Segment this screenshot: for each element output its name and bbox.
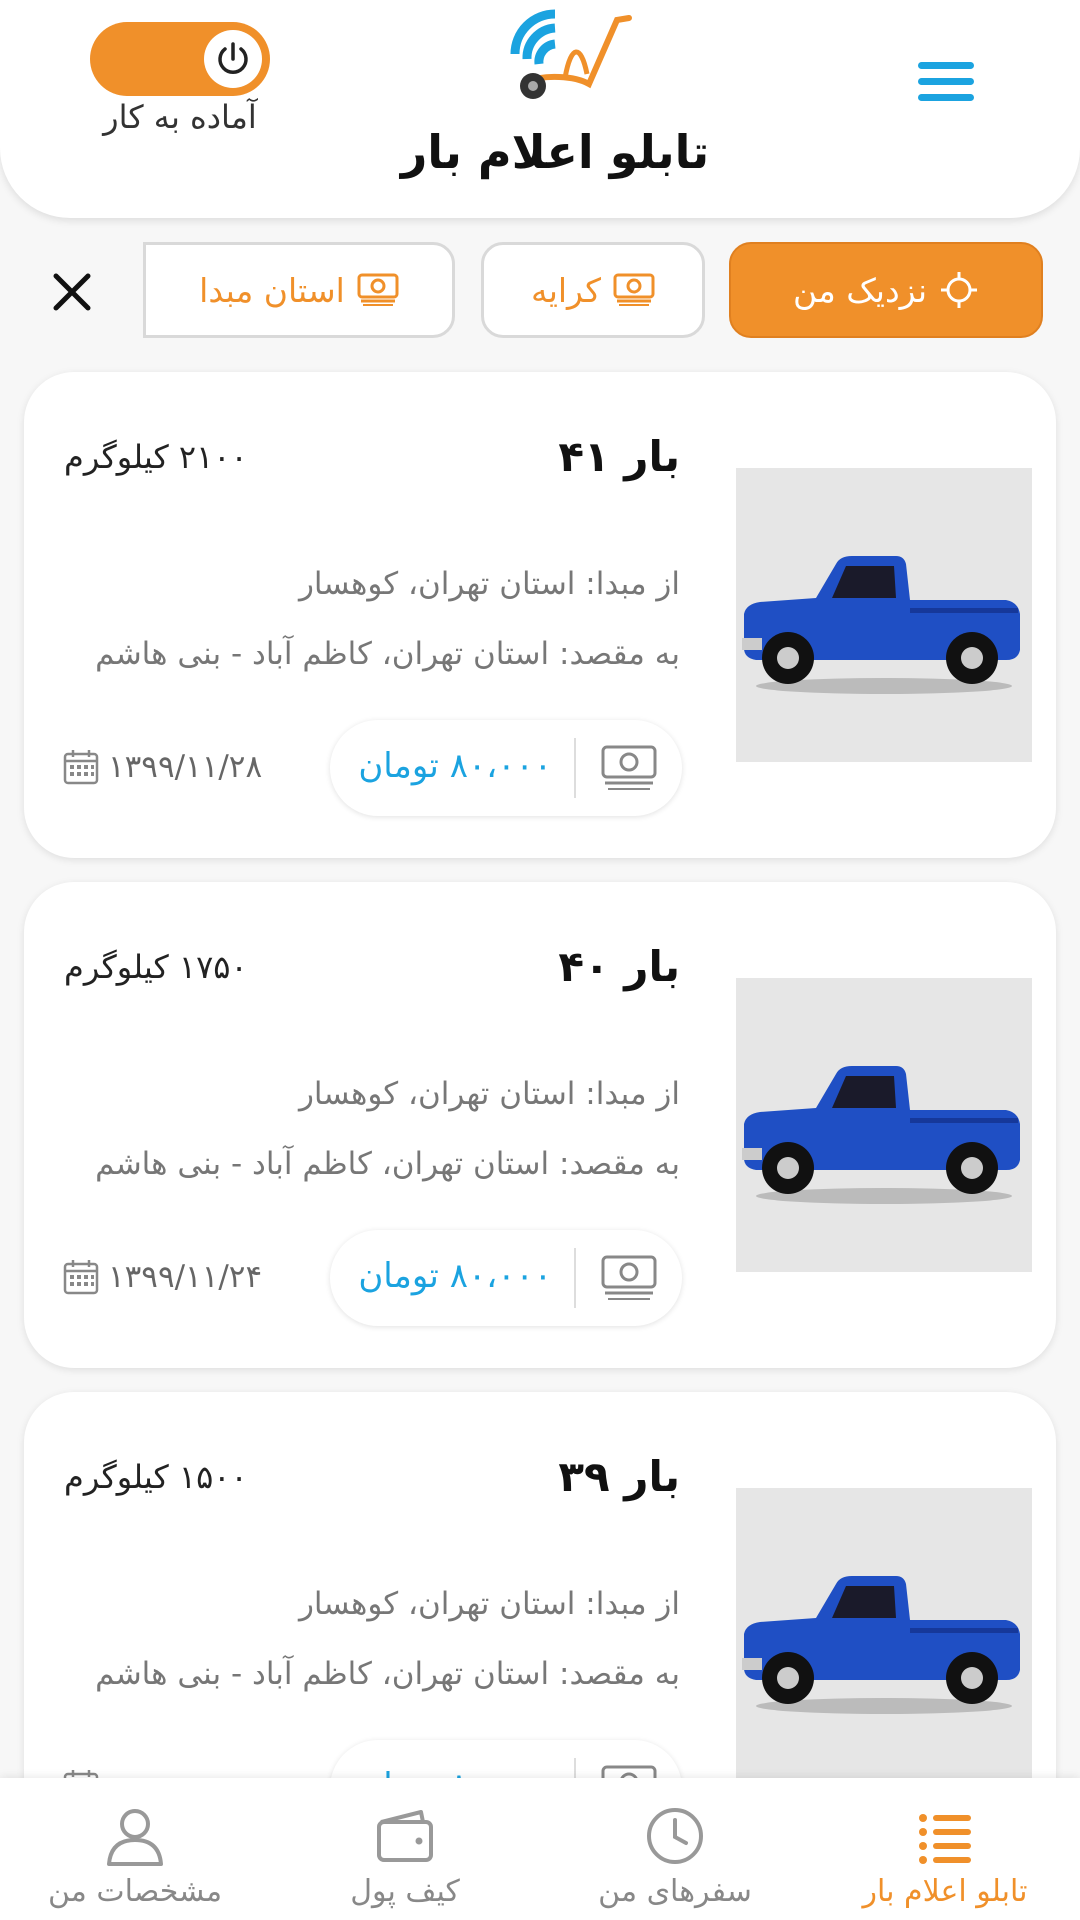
availability-toggle[interactable] <box>90 22 270 96</box>
price-badge: ۸۰،۰۰۰ تومان <box>330 1230 682 1326</box>
pickup-truck-icon <box>742 1066 1020 1204</box>
nav-item-my-profile[interactable]: مشخصات من <box>0 1778 270 1920</box>
filter-chip-near-me[interactable]: نزدیک من <box>729 242 1043 338</box>
app-header: آماده به کار تابلو اعلام بار <box>0 0 1080 218</box>
load-title: بار ۴۰ <box>558 942 680 991</box>
crosshair-icon <box>941 272 978 308</box>
filter-chip-label: استان مبدا <box>199 270 345 310</box>
load-destination: به مقصد: استان تهران، کاظم آباد - بنی ها… <box>95 1656 680 1692</box>
load-date-row: ۱۳۹۹/۱۱/۲۸ <box>62 742 262 792</box>
divider <box>574 1248 576 1308</box>
divider <box>574 738 576 798</box>
money-icon <box>601 1255 657 1300</box>
app-logo <box>505 4 635 104</box>
power-icon <box>204 30 262 88</box>
filter-chip-fare[interactable]: کرایه <box>481 242 705 338</box>
load-card[interactable]: بار ۴۰ ۱۷۵۰ کیلوگرم از مبدا: استان تهران… <box>24 882 1056 1368</box>
load-weight: ۲۱۰۰ کیلوگرم <box>64 438 248 476</box>
load-origin: از مبدا: استان تهران، کوهسار <box>298 1586 680 1622</box>
menu-icon-bar <box>918 78 974 85</box>
price-badge: ۸۰،۰۰۰ تومان <box>330 720 682 816</box>
money-icon <box>601 745 657 790</box>
money-icon <box>613 273 655 306</box>
load-date: ۱۳۹۹/۱۱/۲۴ <box>108 1259 263 1295</box>
vehicle-image <box>736 1488 1032 1782</box>
user-icon <box>107 1809 163 1866</box>
load-weight: ۱۷۵۰ کیلوگرم <box>64 948 248 986</box>
nav-item-wallet[interactable]: کیف پول <box>270 1778 540 1920</box>
clear-filters-button[interactable] <box>48 268 96 316</box>
calendar-icon <box>63 750 99 785</box>
money-icon <box>357 273 399 306</box>
load-title: بار ۴۱ <box>558 432 680 481</box>
load-origin: از مبدا: استان تهران، کوهسار <box>298 566 680 602</box>
nav-item-load-board[interactable]: تابلو اعلام بار <box>810 1778 1080 1920</box>
load-price: ۸۰،۰۰۰ تومان <box>358 1256 552 1296</box>
bottom-navigation: تابلو اعلام بار سفرهای من کیف پول مشخصات… <box>0 1778 1080 1920</box>
load-destination: به مقصد: استان تهران، کاظم آباد - بنی ها… <box>95 1146 680 1182</box>
vehicle-image <box>736 468 1032 762</box>
vehicle-image <box>736 978 1032 1272</box>
availability-status-label: آماده به کار <box>103 98 257 136</box>
nav-label: تابلو اعلام بار <box>862 1874 1028 1909</box>
load-card[interactable]: بار ۴۱ ۲۱۰۰ کیلوگرم از مبدا: استان تهران… <box>24 372 1056 858</box>
calendar-icon <box>63 1260 99 1295</box>
filter-chip-label: نزدیک من <box>792 270 928 310</box>
list-icon <box>919 1814 971 1864</box>
load-destination: به مقصد: استان تهران، کاظم آباد - بنی ها… <box>95 636 680 672</box>
close-icon <box>53 273 91 311</box>
hamburger-menu-button[interactable] <box>918 62 978 112</box>
pickup-truck-icon <box>742 1576 1020 1714</box>
load-title: بار ۳۹ <box>558 1452 680 1501</box>
filter-chip-origin-province[interactable]: استان مبدا <box>143 242 455 338</box>
menu-icon-bar <box>918 62 974 69</box>
app-title: تابلو اعلام بار <box>400 125 710 179</box>
filter-chip-label: کرایه <box>531 270 601 310</box>
load-weight: ۱۵۰۰ کیلوگرم <box>64 1458 248 1496</box>
pickup-truck-icon <box>742 556 1020 694</box>
wallet-icon <box>377 1810 433 1862</box>
clock-icon <box>647 1808 703 1864</box>
nav-label: مشخصات من <box>47 1874 223 1909</box>
load-origin: از مبدا: استان تهران، کوهسار <box>298 1076 680 1112</box>
load-date: ۱۳۹۹/۱۱/۲۸ <box>108 749 263 785</box>
nav-item-my-trips[interactable]: سفرهای من <box>540 1778 810 1920</box>
menu-icon-bar <box>918 94 974 101</box>
nav-label: سفرهای من <box>598 1874 752 1909</box>
load-price: ۸۰،۰۰۰ تومان <box>358 746 552 786</box>
nav-label: کیف پول <box>350 1874 460 1909</box>
load-date-row: ۱۳۹۹/۱۱/۲۴ <box>62 1252 262 1302</box>
